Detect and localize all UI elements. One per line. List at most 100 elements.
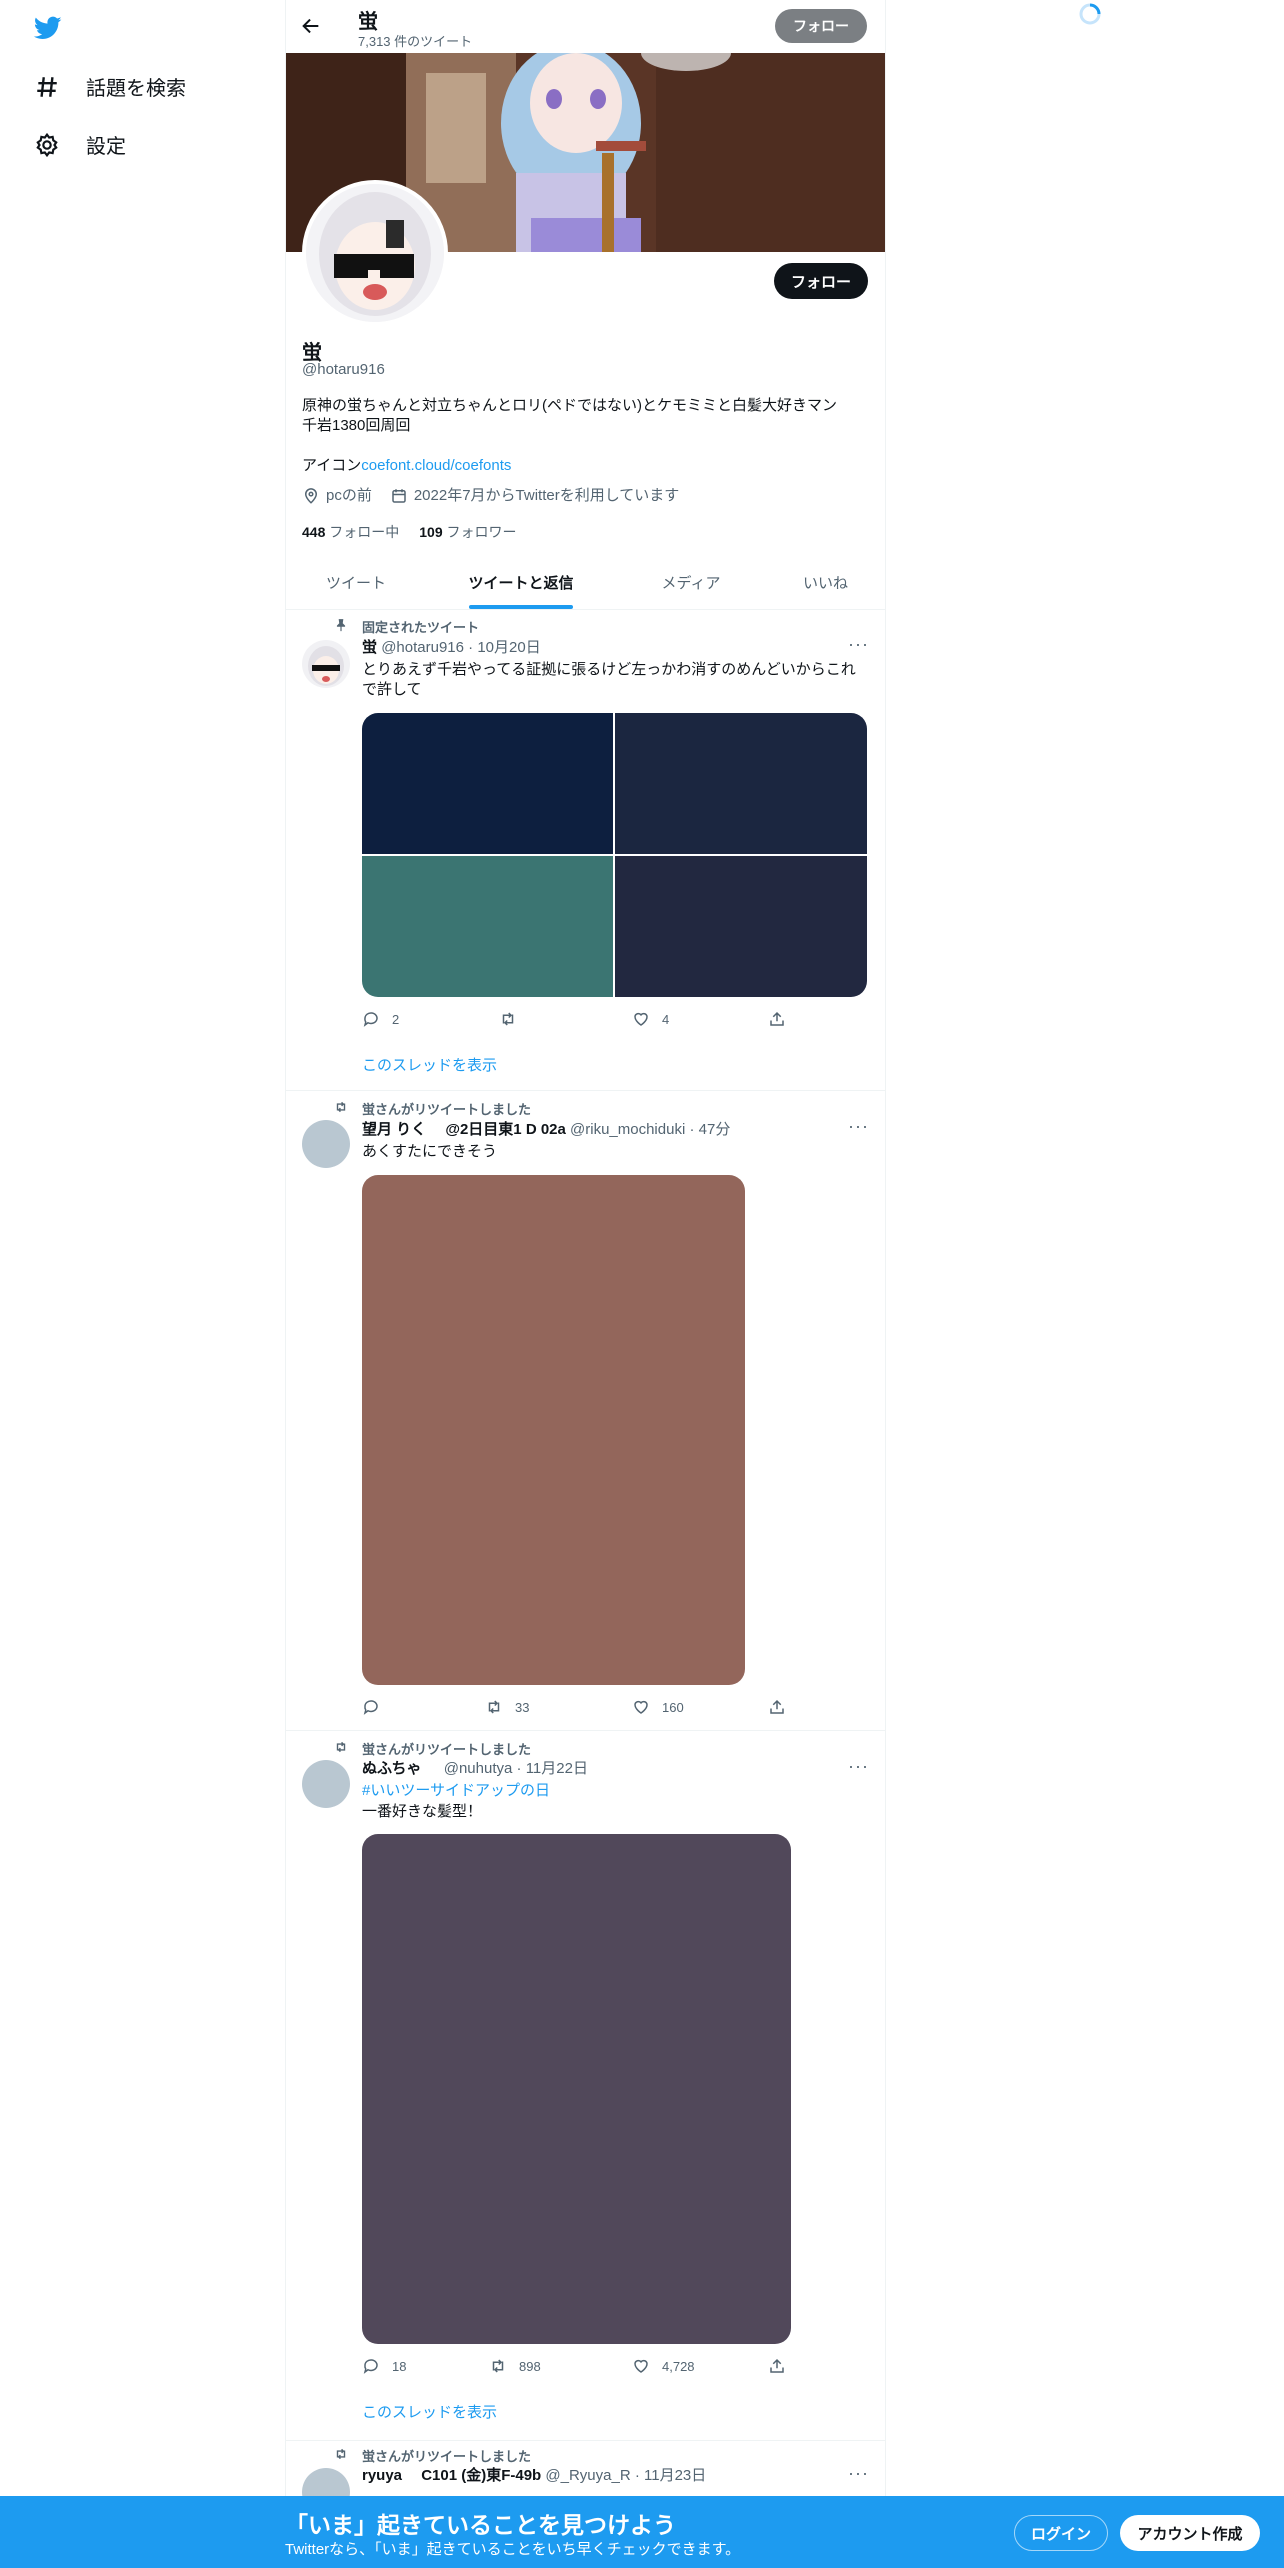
following-label: フォロー中 — [329, 524, 400, 540]
tweet1-context: 固定されたツイート — [362, 620, 480, 635]
profile-location: pcの前 — [326, 487, 372, 504]
signup-banner: 「いま」起きていることを見つけよう Twitterなら、「いま」起きていることを… — [0, 2496, 1284, 2568]
tweet2-more-icon[interactable]: ··· — [848, 1116, 869, 1137]
tweet1-avatar[interactable] — [302, 640, 350, 688]
tab-media[interactable]: メディア — [616, 556, 766, 609]
tweet1-author-name[interactable]: 蛍 — [362, 639, 377, 656]
back-arrow-icon[interactable] — [300, 15, 322, 37]
profile-column: 蛍 7,313 件のツイート フォロー フォロー 蛍 @hotaru916 原神… — [285, 0, 886, 2568]
tweet1-media-4[interactable] — [615, 856, 867, 997]
tweet1-handle[interactable]: @hotaru916 — [381, 639, 464, 656]
profile-follow-button[interactable]: フォロー — [774, 263, 868, 299]
tweet3-time[interactable]: 11月22日 — [526, 1760, 588, 1777]
tab-tweets-and-replies[interactable]: ツイートと返信 — [426, 556, 616, 609]
tweet1-text-line1: とりあえず千岩やってる証拠に張るけど左っかわ消すのめんどいからこれ — [362, 661, 856, 678]
share-icon — [770, 2358, 784, 2373]
tweet1-media-1[interactable] — [362, 713, 613, 854]
tweet1-media-2[interactable] — [615, 713, 867, 854]
profile-icon-credit: アイコンcoefont.cloud/coefonts — [302, 456, 511, 476]
tweet2-header: 望月 りく @2日目東1 D 02a @riku_mochiduki · 47分 — [362, 1121, 731, 1138]
twitter-logo-icon[interactable] — [32, 14, 64, 42]
tweet1-share-button[interactable] — [768, 1010, 786, 1028]
followers-link[interactable]: 109 フォロワー — [419, 522, 516, 542]
gear-icon — [36, 132, 58, 157]
tweet1-header: 蛍 @hotaru916 · 10月20日 — [362, 639, 541, 656]
retweeted-icon — [334, 1740, 348, 1759]
tweet2-retweet-count: 33 — [515, 1699, 530, 1715]
tweet3-show-thread-link[interactable]: このスレッドを表示 — [362, 2403, 497, 2423]
tweet1-reply-button[interactable]: 2 — [362, 1010, 399, 1028]
calendar-icon — [392, 489, 406, 503]
tweet3-like-button[interactable]: 4,728 — [632, 2357, 695, 2375]
heart-icon — [634, 1700, 648, 1714]
tweet2-like-count: 160 — [662, 1699, 684, 1715]
following-link[interactable]: 448 フォロー中 — [302, 522, 399, 542]
tweet3-hashtag[interactable]: #いいツーサイドアップの日 — [362, 1781, 550, 1801]
tab-likes[interactable]: いいね — [766, 556, 885, 609]
tweet-divider — [286, 2440, 885, 2441]
tweet3-avatar[interactable] — [302, 1760, 350, 1808]
following-count: 448 — [302, 524, 326, 540]
profile-icon-link[interactable]: coefont.cloud/coefonts — [361, 457, 511, 474]
tweet3-text: 一番好きな髪型！ — [362, 1803, 483, 1820]
retweet-icon — [502, 1012, 514, 1026]
tweet3-handle[interactable]: @nuhutya — [444, 1760, 513, 1777]
tweet4-time[interactable]: 11月23日 — [644, 2467, 706, 2484]
tweet3-like-count: 4,728 — [662, 2358, 695, 2374]
tweet2-retweet-button[interactable]: 33 — [485, 1698, 529, 1716]
retweet-icon — [488, 1700, 500, 1714]
pin-icon — [334, 618, 348, 632]
profile-bio-line2: 千岩1380回周回 — [302, 417, 411, 434]
tweet2-author-name[interactable]: 望月 りく @2日目東1 D 02a — [362, 1121, 566, 1138]
profile-follow-stats: 448 フォロー中 109 フォロワー — [302, 522, 517, 542]
tweet2-media[interactable] — [362, 1175, 745, 1685]
nav-settings[interactable]: 設定 — [34, 130, 126, 159]
tweet2-context: 蛍さんがリツイートしました — [362, 1102, 532, 1117]
tweet4-author-name[interactable]: ryuya C101 (金)東F-49b — [362, 2467, 541, 2484]
tweet3-reply-count: 18 — [392, 2358, 407, 2374]
profile-avatar[interactable] — [302, 180, 448, 326]
tweet2-time[interactable]: 47分 — [699, 1121, 731, 1138]
tweet-divider — [286, 1730, 885, 1731]
login-button[interactable]: ログイン — [1014, 2515, 1108, 2551]
tweet2-handle[interactable]: @riku_mochiduki — [570, 1121, 685, 1138]
tweet2-reply-button[interactable] — [362, 1698, 380, 1716]
active-tab-indicator — [469, 605, 573, 609]
tweet1-show-thread-link[interactable]: このスレッドを表示 — [362, 1056, 497, 1076]
tweet2-share-button[interactable] — [768, 1698, 786, 1716]
tweet3-author-name[interactable]: ぬふちゃ — [362, 1760, 422, 1777]
tweet1-media-grid[interactable] — [362, 713, 867, 997]
create-account-button[interactable]: アカウント作成 — [1120, 2515, 1260, 2551]
tweet1-reply-count: 2 — [392, 1011, 400, 1027]
location-pin-icon — [304, 488, 318, 504]
tweet3-share-button[interactable] — [768, 2357, 786, 2375]
heart-icon — [634, 1012, 648, 1026]
tweet-divider — [286, 1090, 885, 1091]
tweet3-media[interactable] — [362, 1834, 791, 2344]
tweet4-handle[interactable]: @_Ryuya_R — [545, 2467, 630, 2484]
tweet2-avatar[interactable] — [302, 1120, 350, 1168]
tweet3-header: ぬふちゃ @nuhutya · 11月22日 — [362, 1760, 588, 1777]
tweet1-retweet-button[interactable] — [499, 1010, 517, 1028]
tweet3-more-icon[interactable]: ··· — [848, 1756, 869, 1777]
tweet1-more-icon[interactable]: ··· — [848, 634, 869, 655]
followers-label: フォロワー — [446, 524, 517, 540]
header-tweet-count: 7,313 件のツイート — [358, 34, 473, 49]
header-follow-button[interactable]: フォロー — [775, 9, 867, 43]
tweet1-like-button[interactable]: 4 — [632, 1010, 669, 1028]
nav-explore[interactable]: 話題を検索 — [34, 72, 186, 101]
share-icon — [770, 1699, 784, 1714]
tweet2-like-button[interactable]: 160 — [632, 1698, 684, 1716]
hashtag-icon — [37, 76, 57, 97]
tweet1-time[interactable]: 10月20日 — [477, 639, 540, 656]
retweeted-icon — [334, 2447, 348, 2466]
tweet3-retweet-button[interactable]: 898 — [489, 2357, 541, 2375]
tweet1-media-3[interactable] — [362, 856, 613, 997]
tab-tweets[interactable]: ツイート — [286, 556, 426, 609]
tweet4-context: 蛍さんがリツイートしました — [362, 2449, 532, 2464]
followers-count: 109 — [419, 524, 443, 540]
profile-handle: @hotaru916 — [302, 361, 385, 378]
share-icon — [770, 1011, 784, 1026]
tweet3-reply-button[interactable]: 18 — [362, 2357, 406, 2375]
tweet4-more-icon[interactable]: ··· — [848, 2463, 869, 2484]
